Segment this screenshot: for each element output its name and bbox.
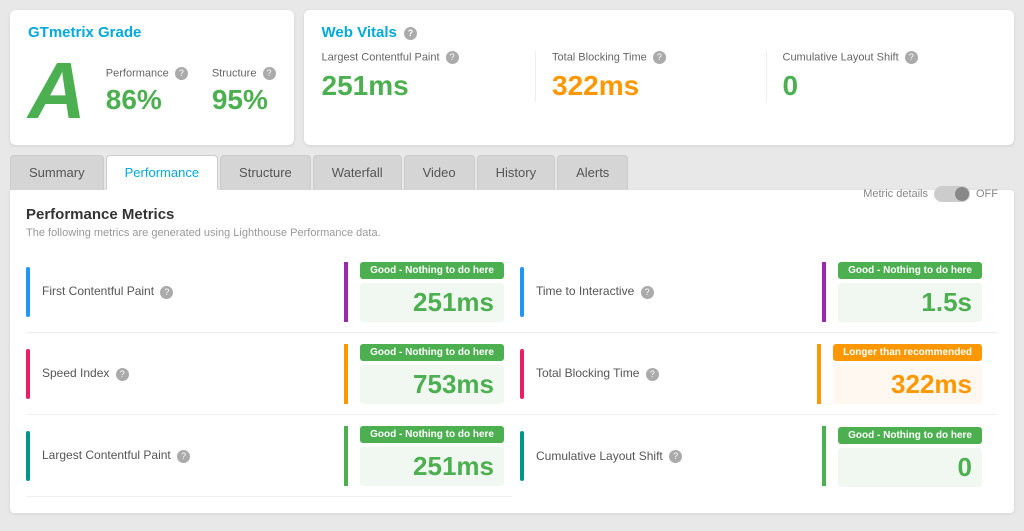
main-content: Metric details OFF Performance Metrics T…	[10, 190, 1014, 513]
metric-name: First Contentful Paint ?	[42, 284, 332, 298]
cls-label: Cumulative Layout Shift ?	[783, 51, 980, 64]
metric-help-icon[interactable]: ?	[669, 450, 682, 463]
metric-row-first-contentful-paint: First Contentful Paint ? Good - Nothing t…	[26, 251, 512, 333]
metric-row-total-blocking-time: Total Blocking Time ? Longer than recomme…	[512, 333, 998, 415]
metric-bar	[26, 349, 30, 399]
grade-letter: A	[28, 51, 86, 131]
web-vitals-help-icon[interactable]: ?	[404, 27, 417, 40]
metric-row-speed-index: Speed Index ? Good - Nothing to do here 75…	[26, 333, 512, 415]
metric-badge: Good - Nothing to do here	[838, 427, 982, 444]
metric-name: Total Blocking Time ?	[536, 366, 805, 380]
metric-value: 322ms	[833, 365, 982, 404]
structure-help-icon[interactable]: ?	[263, 67, 276, 80]
cls-metric: Cumulative Layout Shift ? 0	[766, 51, 996, 102]
metric-bar	[520, 431, 524, 481]
metric-row-largest-contentful-paint: Largest Contentful Paint ? Good - Nothing…	[26, 415, 512, 497]
web-vitals-title: Web Vitals ?	[322, 24, 996, 41]
cls-help-icon[interactable]: ?	[905, 51, 918, 64]
section-subtitle: The following metrics are generated usin…	[26, 227, 998, 239]
tab-performance[interactable]: Performance	[106, 155, 218, 190]
metric-value: 251ms	[360, 447, 504, 486]
lcp-metric: Largest Contentful Paint ? 251ms	[322, 51, 535, 102]
metric-details-label: Metric details	[863, 188, 928, 200]
tbt-value: 322ms	[552, 70, 749, 102]
metric-result: Longer than recommended 322ms	[833, 343, 982, 404]
performance-label: Performance ?	[106, 67, 188, 80]
grade-title: GTmetrix Grade	[28, 24, 276, 41]
tbt-help-icon[interactable]: ?	[653, 51, 666, 64]
tabs-container: SummaryPerformanceStructureWaterfallVide…	[0, 155, 1024, 190]
tab-history[interactable]: History	[477, 155, 555, 190]
metric-badge: Good - Nothing to do here	[360, 426, 504, 443]
metric-help-icon[interactable]: ?	[177, 450, 190, 463]
lcp-value: 251ms	[322, 70, 519, 102]
metric-separator	[822, 262, 826, 322]
metric-help-icon[interactable]: ?	[116, 368, 129, 381]
tbt-metric: Total Blocking Time ? 322ms	[535, 51, 765, 102]
tab-video[interactable]: Video	[404, 155, 475, 190]
metric-help-icon[interactable]: ?	[160, 286, 173, 299]
metric-row-cumulative-layout-shift: Cumulative Layout Shift ? Good - Nothing …	[512, 415, 998, 497]
toggle-knob	[955, 187, 969, 201]
lcp-label: Largest Contentful Paint ?	[322, 51, 519, 64]
metric-details-toggle: Metric details OFF	[863, 186, 998, 202]
tbt-label: Total Blocking Time ?	[552, 51, 749, 64]
metric-value: 0	[838, 448, 982, 487]
metric-separator	[344, 426, 348, 486]
metric-value: 251ms	[360, 283, 504, 322]
metric-help-icon[interactable]: ?	[641, 286, 654, 299]
tab-structure[interactable]: Structure	[220, 155, 311, 190]
tab-summary[interactable]: Summary	[10, 155, 104, 190]
metric-details-switch[interactable]	[934, 186, 970, 202]
metrics-grid: First Contentful Paint ? Good - Nothing t…	[26, 251, 998, 497]
metric-badge: Good - Nothing to do here	[360, 262, 504, 279]
metric-bar	[520, 349, 524, 399]
metric-bar	[520, 267, 524, 317]
web-vitals-card: Web Vitals ? Largest Contentful Paint ? …	[304, 10, 1014, 145]
metric-badge: Good - Nothing to do here	[360, 344, 504, 361]
metric-help-icon[interactable]: ?	[646, 368, 659, 381]
metric-badge: Longer than recommended	[833, 344, 982, 361]
metric-name: Cumulative Layout Shift ?	[536, 449, 810, 463]
metric-badge: Good - Nothing to do here	[838, 262, 982, 279]
performance-help-icon[interactable]: ?	[175, 67, 188, 80]
metric-row-time-to-interactive: Time to Interactive ? Good - Nothing to d…	[512, 251, 998, 333]
grade-card: GTmetrix Grade A Performance ? 86% Struc…	[10, 10, 294, 145]
performance-value: 86%	[106, 84, 188, 116]
metric-result: Good - Nothing to do here 0	[838, 426, 982, 487]
structure-label: Structure ?	[212, 67, 276, 80]
metric-separator	[817, 344, 821, 404]
tab-waterfall[interactable]: Waterfall	[313, 155, 402, 190]
metric-name: Time to Interactive ?	[536, 284, 810, 298]
tab-alerts[interactable]: Alerts	[557, 155, 628, 190]
metric-bar	[26, 431, 30, 481]
structure-value: 95%	[212, 84, 276, 116]
metric-separator	[344, 344, 348, 404]
metric-result: Good - Nothing to do here 1.5s	[838, 261, 982, 322]
metric-result: Good - Nothing to do here 753ms	[360, 343, 504, 404]
metric-value: 1.5s	[838, 283, 982, 322]
metric-bar	[26, 267, 30, 317]
metric-result: Good - Nothing to do here 251ms	[360, 261, 504, 322]
tabs-row: SummaryPerformanceStructureWaterfallVide…	[10, 155, 1014, 190]
toggle-off-label: OFF	[976, 188, 998, 200]
cls-value: 0	[783, 70, 980, 102]
metric-value: 753ms	[360, 365, 504, 404]
metric-separator	[822, 426, 826, 486]
metric-name: Speed Index ?	[42, 366, 332, 380]
metric-separator	[344, 262, 348, 322]
metric-name: Largest Contentful Paint ?	[42, 448, 332, 462]
lcp-help-icon[interactable]: ?	[446, 51, 459, 64]
metric-result: Good - Nothing to do here 251ms	[360, 425, 504, 486]
section-title: Performance Metrics	[26, 206, 998, 223]
